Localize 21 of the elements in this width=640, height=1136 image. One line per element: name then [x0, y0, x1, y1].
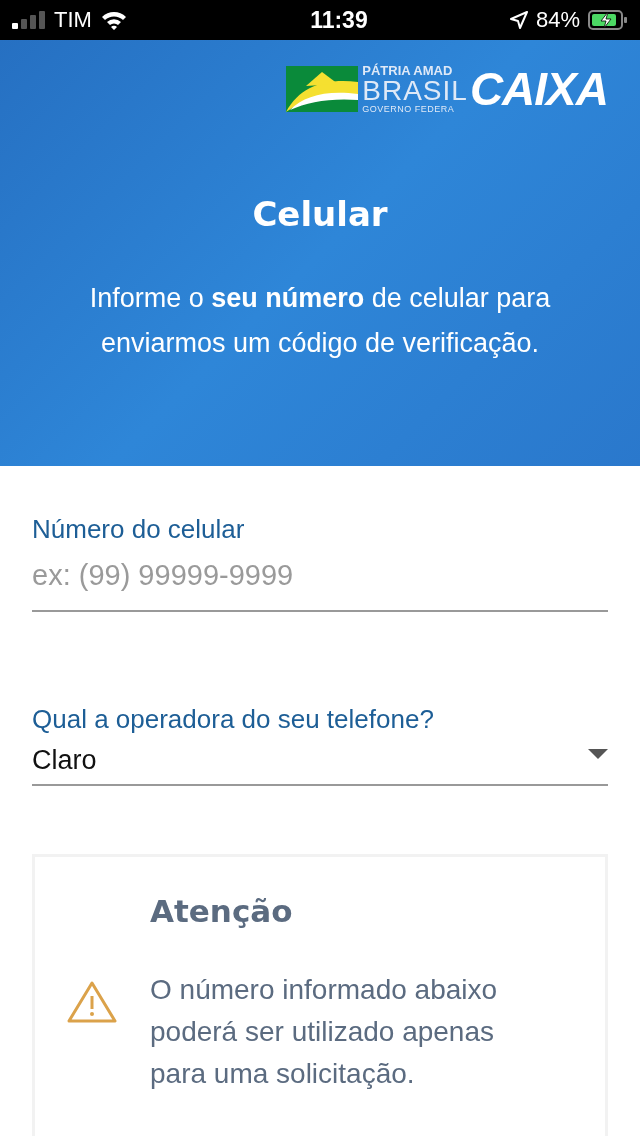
- flag-icon: [286, 66, 359, 112]
- notice-text: O número informado abaixo poderá ser utilizado apenas para uma solicitação.: [150, 973, 499, 1091]
- caret-icon: [588, 748, 608, 759]
- location-arrow-icon: [509, 11, 528, 29]
- logo-country: BRASIL: [362, 77, 468, 105]
- brand-logo: CAIXA: [469, 62, 608, 116]
- signal-icon: [12, 11, 46, 29]
- field-label: Qual a operadora do seu telefone?: [32, 704, 435, 735]
- warning-icon: [67, 981, 117, 1023]
- field-label: Número do celular: [32, 514, 246, 545]
- carrier-name: TIM: [54, 7, 92, 33]
- clock-time: 11:39: [310, 6, 368, 34]
- logo-motto: PÁTRIA AMAD: [362, 64, 454, 77]
- description-text: Informe o seu número de celular para enviarmos um código de verificação.: [88, 282, 552, 360]
- notice-title: Atenção: [150, 893, 294, 929]
- battery-charging-icon: [588, 10, 628, 30]
- battery-percentage: 84%: [535, 7, 580, 33]
- page-title: Celular: [252, 194, 388, 234]
- phone-input-field[interactable]: ex: (99) 99999-9999: [32, 545, 608, 612]
- carrier-dropdown[interactable]: Claro: [32, 735, 608, 786]
- logo-subtitle: GOVERNO FEDERA: [362, 105, 456, 114]
